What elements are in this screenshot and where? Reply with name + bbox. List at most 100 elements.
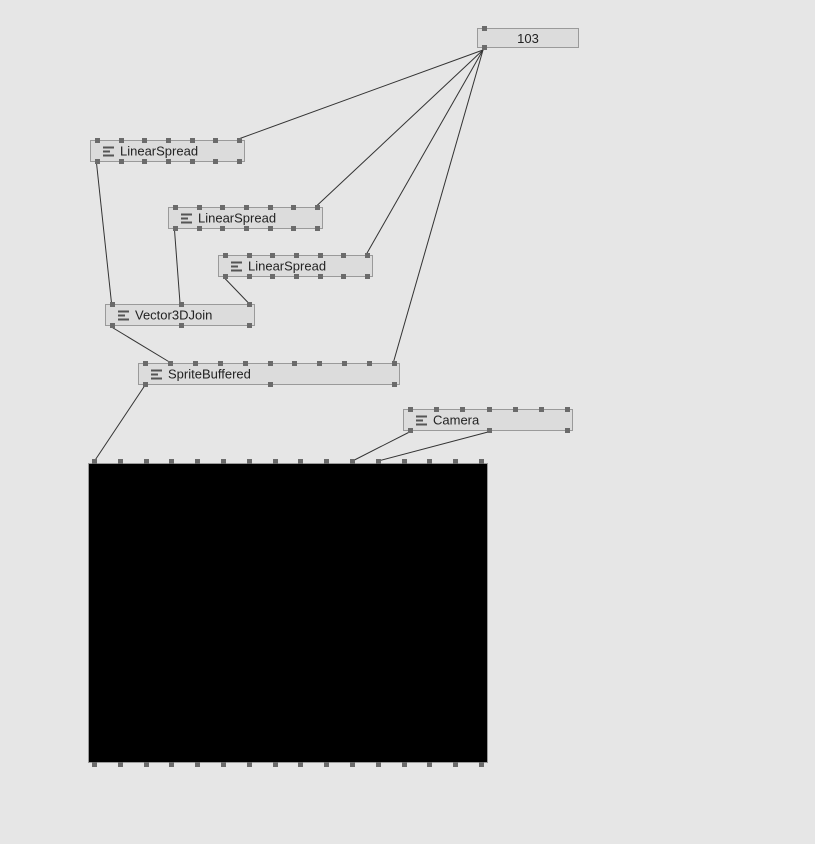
pin-in[interactable]: [237, 138, 242, 143]
node-camera[interactable]: Camera: [403, 409, 573, 431]
pin-in[interactable]: [144, 459, 149, 464]
node-linearspread1[interactable]: LinearSpread: [90, 140, 245, 162]
pin-in[interactable]: [392, 361, 397, 366]
link[interactable]: [97, 163, 112, 303]
pin-in[interactable]: [195, 459, 200, 464]
pin-out[interactable]: [118, 762, 123, 767]
pin-out[interactable]: [244, 226, 249, 231]
pin-out[interactable]: [195, 762, 200, 767]
link[interactable]: [353, 432, 410, 461]
link[interactable]: [239, 50, 484, 139]
pin-out[interactable]: [402, 762, 407, 767]
pin-in[interactable]: [247, 459, 252, 464]
pin-out[interactable]: [427, 762, 432, 767]
renderer-preview[interactable]: [88, 463, 488, 763]
pin-out[interactable]: [197, 226, 202, 231]
pin-out[interactable]: [487, 428, 492, 433]
pin-out[interactable]: [408, 428, 413, 433]
link[interactable]: [175, 230, 181, 303]
pin-in[interactable]: [460, 407, 465, 412]
pin-in[interactable]: [268, 361, 273, 366]
iobox-value[interactable]: 103: [477, 28, 579, 48]
pin-in[interactable]: [166, 138, 171, 143]
pin-in[interactable]: [173, 205, 178, 210]
pin-out[interactable]: [294, 274, 299, 279]
pin-in[interactable]: [273, 459, 278, 464]
pin-in[interactable]: [247, 253, 252, 258]
pin-in[interactable]: [197, 205, 202, 210]
pin-in[interactable]: [143, 361, 148, 366]
pin-out[interactable]: [376, 762, 381, 767]
pin-in[interactable]: [292, 361, 297, 366]
pin-in[interactable]: [324, 459, 329, 464]
pin-out[interactable]: [173, 226, 178, 231]
pin-in[interactable]: [244, 205, 249, 210]
pin-out[interactable]: [95, 159, 100, 164]
pin-in[interactable]: [539, 407, 544, 412]
pin-out[interactable]: [169, 762, 174, 767]
pin-in[interactable]: [223, 253, 228, 258]
iobox-pin-out[interactable]: [482, 45, 487, 50]
pin-out[interactable]: [318, 274, 323, 279]
pin-out[interactable]: [350, 762, 355, 767]
pin-out[interactable]: [565, 428, 570, 433]
link[interactable]: [112, 327, 170, 362]
pin-in[interactable]: [487, 407, 492, 412]
pin-out[interactable]: [392, 382, 397, 387]
iobox-pin-in[interactable]: [482, 26, 487, 31]
pin-in[interactable]: [95, 138, 100, 143]
pin-out[interactable]: [273, 762, 278, 767]
pin-in[interactable]: [341, 253, 346, 258]
pin-in[interactable]: [243, 361, 248, 366]
pin-out[interactable]: [247, 274, 252, 279]
pin-out[interactable]: [223, 274, 228, 279]
pin-in[interactable]: [270, 253, 275, 258]
pin-out[interactable]: [144, 762, 149, 767]
link[interactable]: [95, 386, 145, 461]
pin-in[interactable]: [408, 407, 413, 412]
pin-in[interactable]: [453, 459, 458, 464]
pin-out[interactable]: [268, 382, 273, 387]
pin-in[interactable]: [169, 459, 174, 464]
pin-in[interactable]: [218, 361, 223, 366]
pin-out[interactable]: [298, 762, 303, 767]
pin-in[interactable]: [365, 253, 370, 258]
pin-out[interactable]: [247, 323, 252, 328]
pin-in[interactable]: [110, 302, 115, 307]
pin-in[interactable]: [213, 138, 218, 143]
pin-out[interactable]: [341, 274, 346, 279]
pin-out[interactable]: [110, 323, 115, 328]
pin-out[interactable]: [143, 382, 148, 387]
pin-in[interactable]: [367, 361, 372, 366]
pin-in[interactable]: [247, 302, 252, 307]
pin-in[interactable]: [315, 205, 320, 210]
pin-in[interactable]: [268, 205, 273, 210]
pin-out[interactable]: [220, 226, 225, 231]
link[interactable]: [225, 278, 249, 303]
pin-out[interactable]: [479, 762, 484, 767]
pin-in[interactable]: [179, 302, 184, 307]
pin-out[interactable]: [179, 323, 184, 328]
node-linearspread2[interactable]: LinearSpread: [168, 207, 323, 229]
pin-out[interactable]: [268, 226, 273, 231]
node-linearspread3[interactable]: LinearSpread: [218, 255, 373, 277]
pin-out[interactable]: [142, 159, 147, 164]
pin-in[interactable]: [92, 459, 97, 464]
pin-in[interactable]: [479, 459, 484, 464]
pin-in[interactable]: [291, 205, 296, 210]
pin-out[interactable]: [324, 762, 329, 767]
pin-in[interactable]: [193, 361, 198, 366]
pin-in[interactable]: [119, 138, 124, 143]
pin-in[interactable]: [221, 459, 226, 464]
pin-in[interactable]: [342, 361, 347, 366]
pin-in[interactable]: [376, 459, 381, 464]
pin-out[interactable]: [247, 762, 252, 767]
pin-in[interactable]: [298, 459, 303, 464]
node-vector3djoin[interactable]: Vector3DJoin: [105, 304, 255, 326]
pin-out[interactable]: [291, 226, 296, 231]
pin-out[interactable]: [237, 159, 242, 164]
pin-in[interactable]: [118, 459, 123, 464]
pin-in[interactable]: [402, 459, 407, 464]
pin-out[interactable]: [119, 159, 124, 164]
pin-out[interactable]: [453, 762, 458, 767]
